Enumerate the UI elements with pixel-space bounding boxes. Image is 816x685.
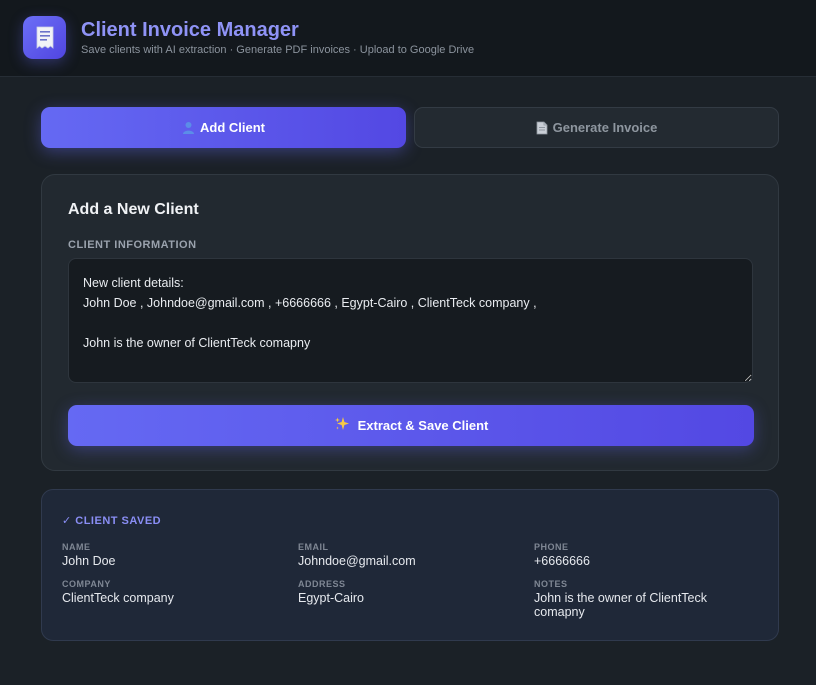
sparkles-icon [334,416,350,435]
extract-button-label: Extract & Save Client [357,418,489,433]
field-value: Egypt-Cairo [298,591,364,605]
invoice-icon [23,16,66,59]
saved-field-address: ADDRESS Egypt-Cairo [298,579,518,605]
saved-field-name: NAME John Doe [62,542,282,568]
field-label: EMAIL [298,542,329,552]
add-client-card: Add a New Client CLIENT INFORMATION New … [41,174,779,471]
client-information-label: CLIENT INFORMATION [68,239,197,251]
field-label: COMPANY [62,579,111,589]
saved-field-notes: NOTES John is the owner of ClientTeck co… [534,579,734,619]
field-label: NAME [62,542,91,552]
field-value: Johndoe@gmail.com [298,554,416,568]
field-value: John Doe [62,554,116,568]
user-icon [182,121,195,134]
saved-field-phone: PHONE +6666666 [534,542,754,568]
field-value: John is the owner of ClientTeck comapny [534,591,708,619]
document-icon [536,121,548,135]
extract-save-client-button[interactable]: Extract & Save Client [68,405,754,446]
field-value: +6666666 [534,554,590,568]
field-label: NOTES [534,579,568,589]
tab-generate-invoice[interactable]: Generate Invoice [414,107,779,148]
saved-field-email: EMAIL Johndoe@gmail.com [298,542,518,568]
client-saved-card: ✓ CLIENT SAVED NAME John Doe EMAIL Johnd… [41,489,779,641]
tab-add-client[interactable]: Add Client [41,107,406,148]
field-label: ADDRESS [298,579,346,589]
app-subtitle: Save clients with AI extraction · Genera… [81,44,475,56]
saved-field-company: COMPANY ClientTeck company [62,579,282,605]
field-label: PHONE [534,542,569,552]
app-title: Client Invoice Manager [81,19,299,41]
field-value: ClientTeck company [62,591,174,605]
tab-label: Add Client [200,120,265,135]
app-header: Client Invoice Manager Save clients with… [0,0,816,77]
tab-label: Generate Invoice [552,120,658,135]
client-saved-title: ✓ CLIENT SAVED [62,515,162,527]
client-information-input[interactable]: New client details: John Doe , Johndoe@g… [68,258,753,383]
card-title: Add a New Client [68,201,199,218]
